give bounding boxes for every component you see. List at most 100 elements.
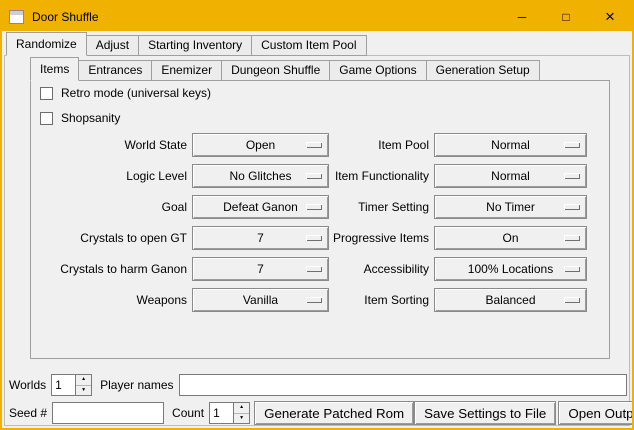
seed-row: Seed # Count ▲ ▼ Generate Patched Rom Sa… (9, 401, 627, 425)
dropdown-indicator-icon (564, 266, 580, 272)
tab-generation-setup[interactable]: Generation Setup (426, 60, 540, 81)
save-settings-button[interactable]: Save Settings to File (414, 401, 556, 425)
dropdown-value: 7 (257, 262, 264, 276)
weapons-dropdown[interactable]: Vanilla (192, 288, 329, 312)
count-spin-buttons: ▲ ▼ (233, 402, 250, 424)
item-pool-dropdown[interactable]: Normal (434, 133, 587, 157)
dropdown-value: Open (246, 138, 275, 152)
retro-mode-label: Retro mode (universal keys) (61, 86, 211, 100)
dropdown-indicator-icon (564, 173, 580, 179)
window-controls: ─ □ × (500, 2, 632, 31)
item-sorting-dropdown[interactable]: Balanced (434, 288, 587, 312)
accessibility-dropdown[interactable]: 100% Locations (434, 257, 587, 281)
tab-items[interactable]: Items (30, 57, 79, 81)
item-functionality-dropdown[interactable]: Normal (434, 164, 587, 188)
dropdown-indicator-icon (306, 204, 322, 210)
logic-level-label: Logic Level (30, 169, 187, 183)
worlds-spin-down-button[interactable]: ▼ (76, 385, 91, 396)
dropdown-indicator-icon (306, 297, 322, 303)
shopsanity-label: Shopsanity (61, 111, 120, 125)
dropdown-indicator-icon (306, 266, 322, 272)
timer-setting-label: Timer Setting (329, 200, 429, 214)
world-state-label: World State (30, 138, 187, 152)
tab-enemizer[interactable]: Enemizer (151, 60, 222, 81)
spin-up-icon: ▲ (81, 377, 86, 382)
crystals-gt-label: Crystals to open GT (30, 231, 187, 245)
worlds-label: Worlds (9, 378, 46, 392)
dropdown-indicator-icon (564, 142, 580, 148)
close-button[interactable]: × (588, 2, 632, 31)
dropdown-indicator-icon (564, 297, 580, 303)
maximize-button[interactable]: □ (544, 2, 588, 31)
world-state-dropdown[interactable]: Open (192, 133, 329, 157)
dropdown-value: Vanilla (243, 293, 278, 307)
dropdown-indicator-icon (306, 142, 322, 148)
crystals-gt-dropdown[interactable]: 7 (192, 226, 329, 250)
field-row: Weapons Vanilla Item Sorting Balanced (30, 288, 610, 312)
item-pool-label: Item Pool (329, 138, 429, 152)
shopsanity-checkbox[interactable] (40, 112, 53, 125)
timer-setting-dropdown[interactable]: No Timer (434, 195, 587, 219)
logic-level-dropdown[interactable]: No Glitches (192, 164, 329, 188)
retro-mode-checkbox[interactable] (40, 87, 53, 100)
worlds-input[interactable] (51, 374, 75, 396)
tab-entrances[interactable]: Entrances (78, 60, 152, 81)
item-sorting-label: Item Sorting (329, 293, 429, 307)
door-shuffle-window: Door Shuffle ─ □ × Randomize Adjust Star… (0, 0, 634, 430)
count-spinner: ▲ ▼ (209, 402, 250, 424)
app-icon-detail (10, 11, 23, 15)
dropdown-value: 7 (257, 231, 264, 245)
worlds-spin-buttons: ▲ ▼ (75, 374, 92, 396)
count-spin-up-button[interactable]: ▲ (234, 403, 249, 413)
generate-patched-rom-button[interactable]: Generate Patched Rom (254, 401, 414, 425)
minimize-button[interactable]: ─ (500, 2, 544, 31)
count-input[interactable] (209, 402, 233, 424)
main-tab-bar: Randomize Adjust Starting Inventory Cust… (6, 34, 366, 56)
item-functionality-label: Item Functionality (329, 169, 429, 183)
dropdown-value: Normal (491, 169, 530, 183)
progressive-items-dropdown[interactable]: On (434, 226, 587, 250)
field-row: Crystals to open GT 7 Progressive Items … (30, 226, 610, 250)
dropdown-indicator-icon (564, 204, 580, 210)
app-icon (9, 10, 24, 24)
close-icon: × (605, 8, 615, 25)
shopsanity-row: Shopsanity (40, 111, 120, 125)
dropdown-indicator-icon (306, 173, 322, 179)
tab-adjust[interactable]: Adjust (86, 35, 139, 56)
worlds-row: Worlds ▲ ▼ Player names (9, 373, 627, 397)
dropdown-value: On (502, 231, 518, 245)
tab-game-options[interactable]: Game Options (329, 60, 426, 81)
tab-starting-inventory[interactable]: Starting Inventory (138, 35, 252, 56)
spin-down-icon: ▼ (81, 388, 86, 393)
dropdown-value: Normal (491, 138, 530, 152)
open-output-directory-button[interactable]: Open Output Directory (558, 401, 634, 425)
seed-input[interactable] (52, 402, 164, 424)
worlds-spinner: ▲ ▼ (51, 374, 92, 396)
count-spin-down-button[interactable]: ▼ (234, 413, 249, 424)
field-row: Goal Defeat Ganon Timer Setting No Timer (30, 195, 610, 219)
progressive-items-label: Progressive Items (329, 231, 429, 245)
weapons-label: Weapons (30, 293, 187, 307)
dropdown-value: No Glitches (229, 169, 291, 183)
accessibility-label: Accessibility (329, 262, 429, 276)
dropdown-value: Defeat Ganon (223, 200, 298, 214)
minimize-icon: ─ (518, 10, 527, 24)
goal-dropdown[interactable]: Defeat Ganon (192, 195, 329, 219)
field-row: Crystals to harm Ganon 7 Accessibility 1… (30, 257, 610, 281)
dropdown-indicator-icon (564, 235, 580, 241)
player-names-input[interactable] (179, 374, 628, 396)
window-title: Door Shuffle (32, 10, 99, 24)
crystals-ganon-dropdown[interactable]: 7 (192, 257, 329, 281)
tab-randomize[interactable]: Randomize (6, 32, 87, 56)
dropdown-value: 100% Locations (468, 262, 553, 276)
crystals-ganon-label: Crystals to harm Ganon (30, 262, 187, 276)
field-row: Logic Level No Glitches Item Functionali… (30, 164, 610, 188)
tab-custom-item-pool[interactable]: Custom Item Pool (251, 35, 366, 56)
tab-dungeon-shuffle[interactable]: Dungeon Shuffle (221, 60, 330, 81)
count-label: Count (172, 406, 204, 420)
retro-mode-row: Retro mode (universal keys) (40, 86, 211, 100)
worlds-spin-up-button[interactable]: ▲ (76, 375, 91, 385)
goal-label: Goal (30, 200, 187, 214)
seed-label: Seed # (9, 406, 47, 420)
spin-up-icon: ▲ (239, 405, 244, 410)
